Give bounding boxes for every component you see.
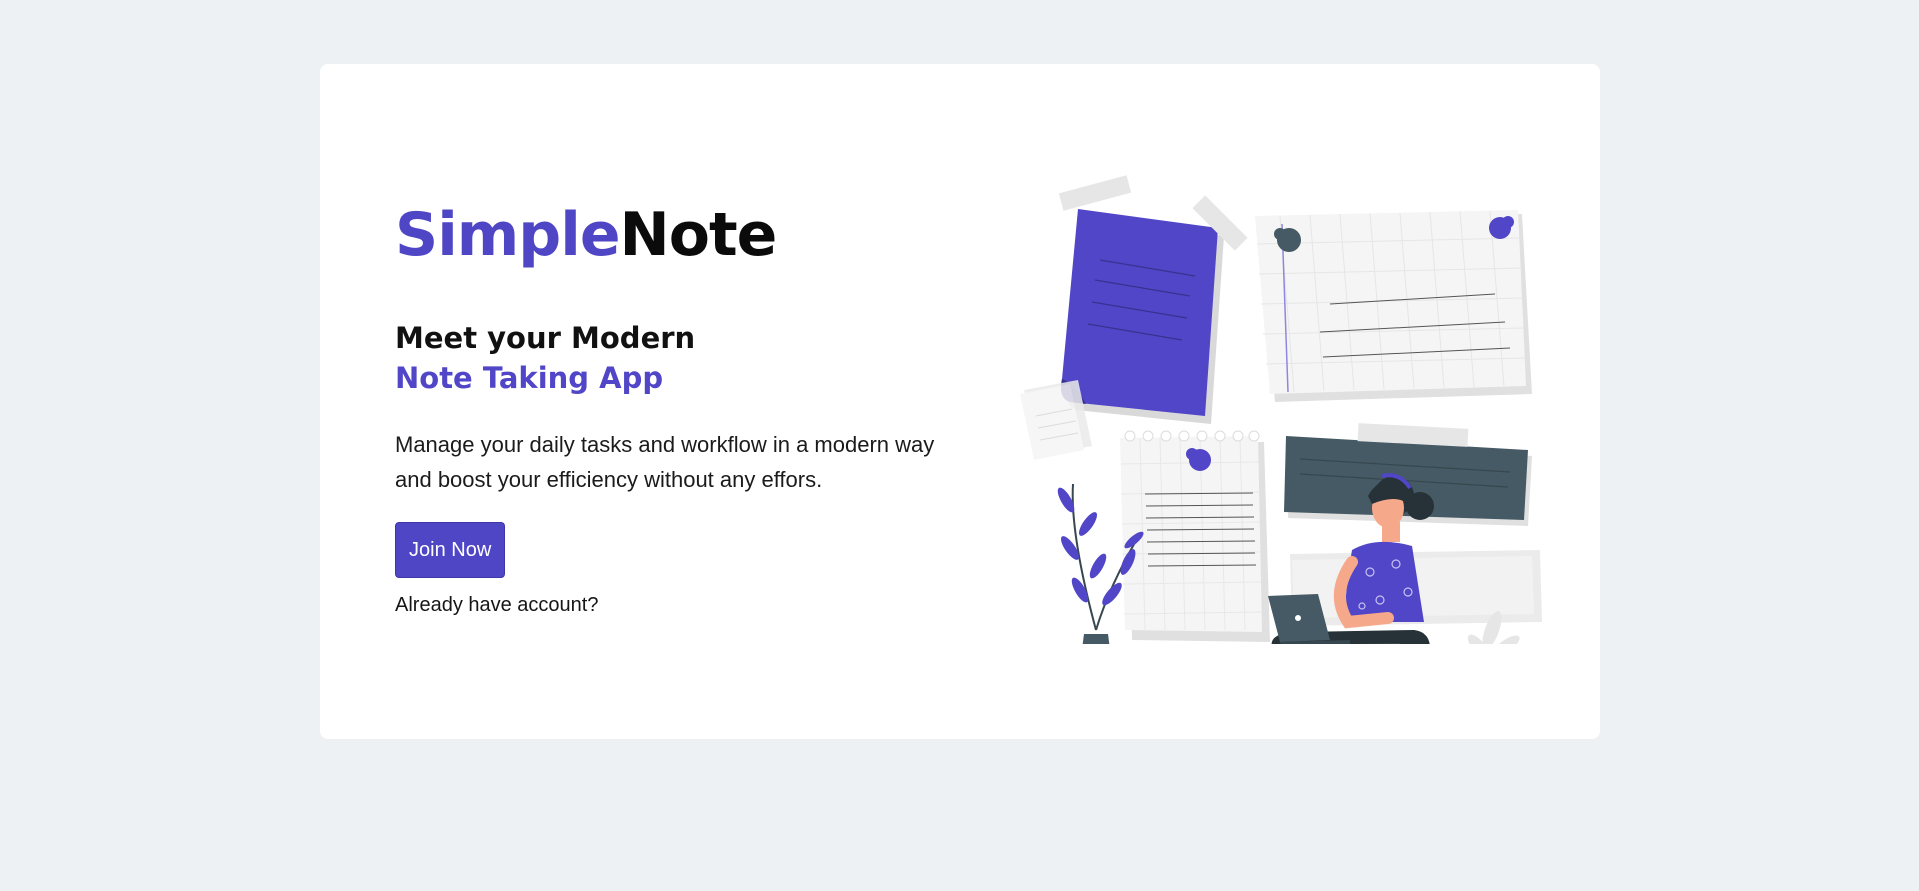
hero-illustration [1020, 175, 1542, 644]
headline-line-1: Meet your Modern [395, 321, 696, 355]
hero-headline: Meet your Modern Note Taking App [395, 318, 955, 398]
purple-sticky-note [1058, 175, 1248, 424]
join-now-button[interactable]: Join Now [395, 522, 506, 578]
headline-line-2: Note Taking App [395, 361, 664, 395]
hero-description: Manage your daily tasks and workflow in … [395, 432, 935, 492]
spiral-notepad [1120, 430, 1270, 642]
brand-logo-secondary: Note [619, 200, 778, 270]
brand-logo-primary: Simple [395, 200, 621, 270]
login-link[interactable]: Already have account? [395, 594, 955, 617]
grid-note-top [1255, 210, 1532, 402]
brand-logo: SimpleNote [395, 199, 955, 271]
hero-card: SimpleNote Meet your Modern Note Taking … [320, 64, 1600, 739]
hero-text-column: SimpleNote Meet your Modern Note Taking … [395, 199, 955, 617]
